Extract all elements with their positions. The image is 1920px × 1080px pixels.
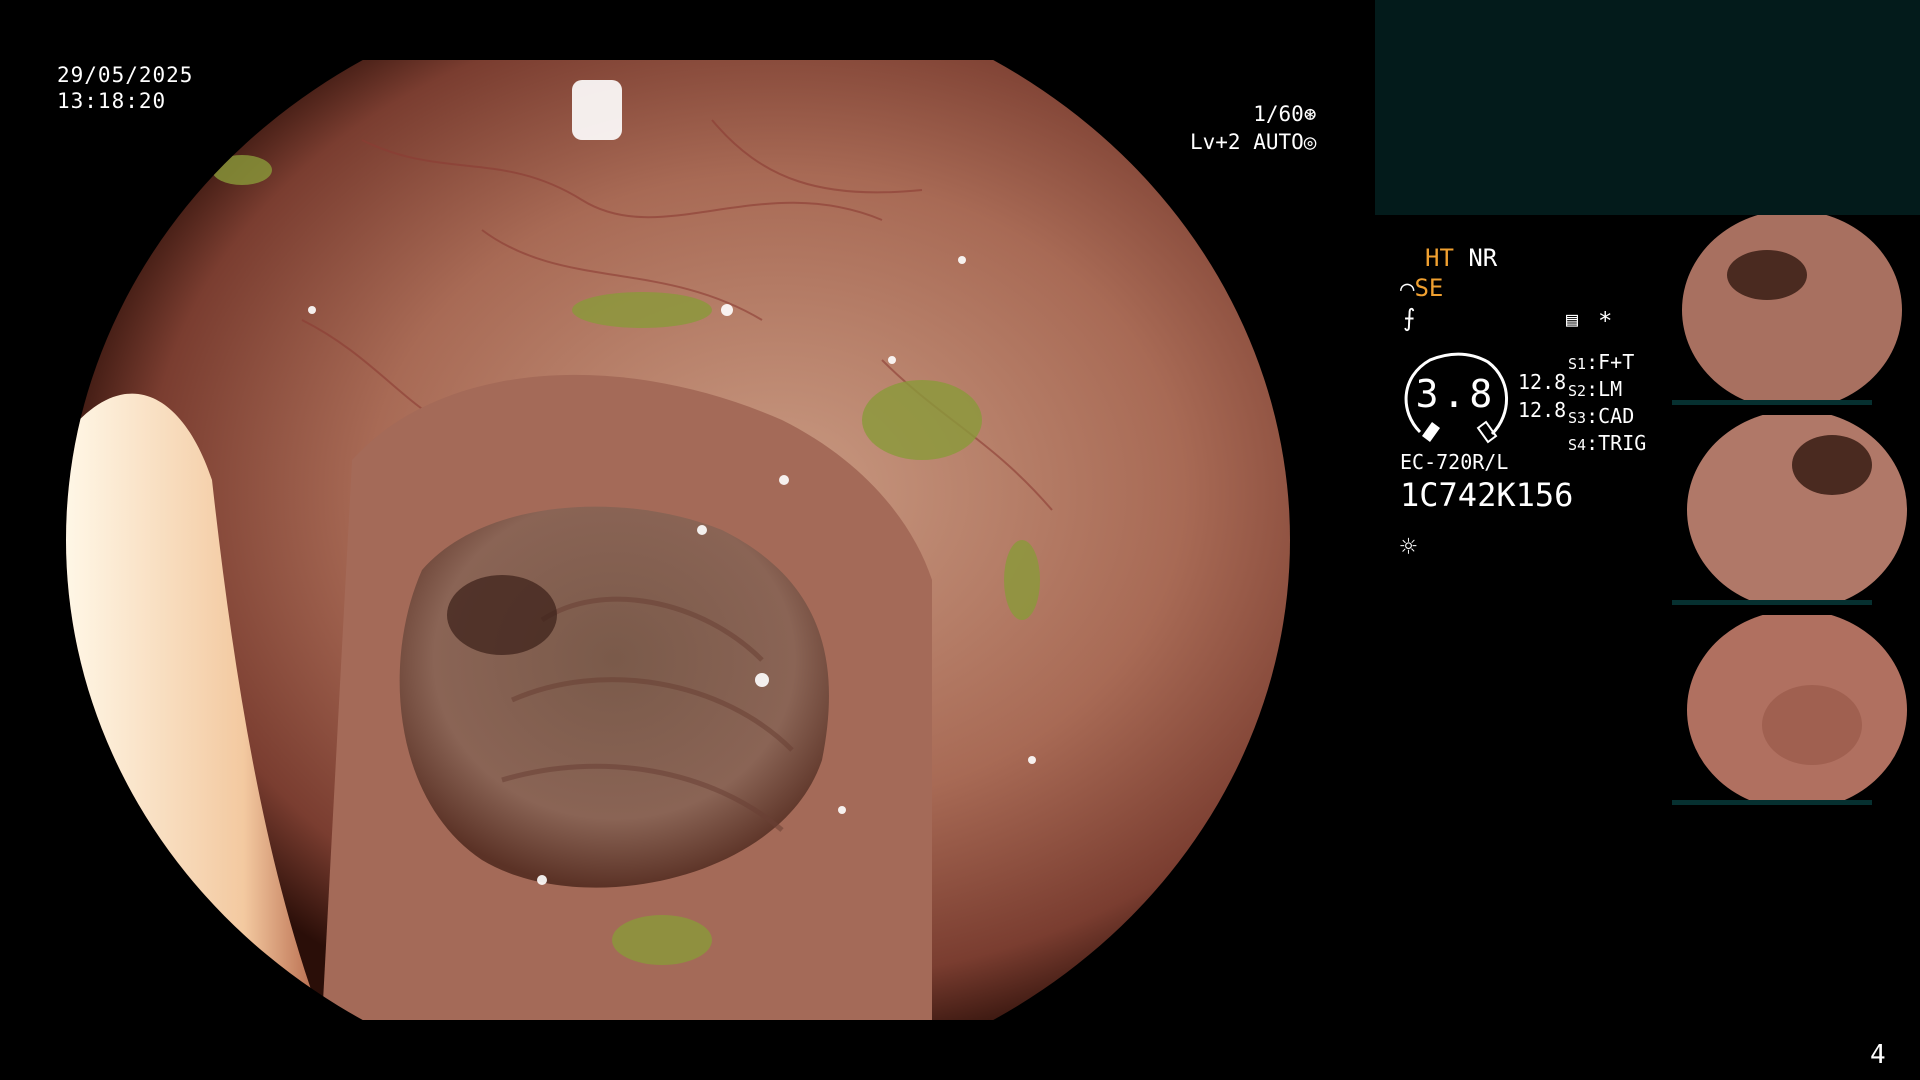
exposure-display: 1/60⊛ Lv+2 AUTO◎ <box>1190 100 1316 156</box>
distance-2: 12.8 <box>1518 398 1567 422</box>
setting-key: S4 <box>1568 436 1587 454</box>
asterisk-icon: * <box>1598 307 1613 335</box>
level-text: Lv+2 AUTO <box>1190 130 1304 154</box>
iris-icon: ◎ <box>1303 130 1317 154</box>
setting-value: CAD <box>1598 404 1635 428</box>
thumbnail[interactable] <box>1672 415 1920 605</box>
scope-serial: 1C742K156 <box>1400 476 1574 514</box>
nr-mode: NR <box>1468 244 1498 272</box>
endoscopy-main-view <box>62 60 1294 1020</box>
setting-key: S3 <box>1568 409 1587 427</box>
datetime-display: 29/05/2025 13:18:20 <box>57 62 193 114</box>
distance-1: 12.8 <box>1518 370 1567 394</box>
setting-value: LM <box>1598 377 1623 401</box>
thumbnail[interactable] <box>1672 215 1920 405</box>
scope-model: EC-720R/L <box>1400 450 1509 474</box>
se-mode: SE <box>1414 274 1444 302</box>
ht-mode: HT <box>1425 244 1454 272</box>
flat-icon: ⨍ <box>1403 304 1416 332</box>
gauge-value: 3.8 <box>1415 372 1497 416</box>
settings-list: S1:F+T S2:LM S3:CAD S4:TRIG <box>1568 350 1647 455</box>
setting-value: F+T <box>1598 350 1635 374</box>
record-icon: ▤ <box>1566 307 1579 331</box>
shutter-icon: ⊛ <box>1303 102 1317 126</box>
light-icon: ☼ <box>1400 530 1417 563</box>
se-row: ⌒SE <box>1400 273 1443 303</box>
thumbnail[interactable] <box>1672 615 1920 805</box>
time-text: 13:18:20 <box>57 89 167 113</box>
mode-row: HT NR <box>1425 243 1497 273</box>
structure-enhance-icon: ⌒ <box>1400 274 1415 302</box>
setting-key: S2 <box>1568 382 1587 400</box>
info-panel-background <box>1375 0 1920 215</box>
date-text: 29/05/2025 <box>57 63 194 87</box>
shutter-text: 1/60 <box>1253 102 1304 126</box>
setting-key: S1 <box>1568 355 1587 373</box>
page-number: 4 <box>1870 1040 1886 1070</box>
setting-value: TRIG <box>1598 431 1647 455</box>
